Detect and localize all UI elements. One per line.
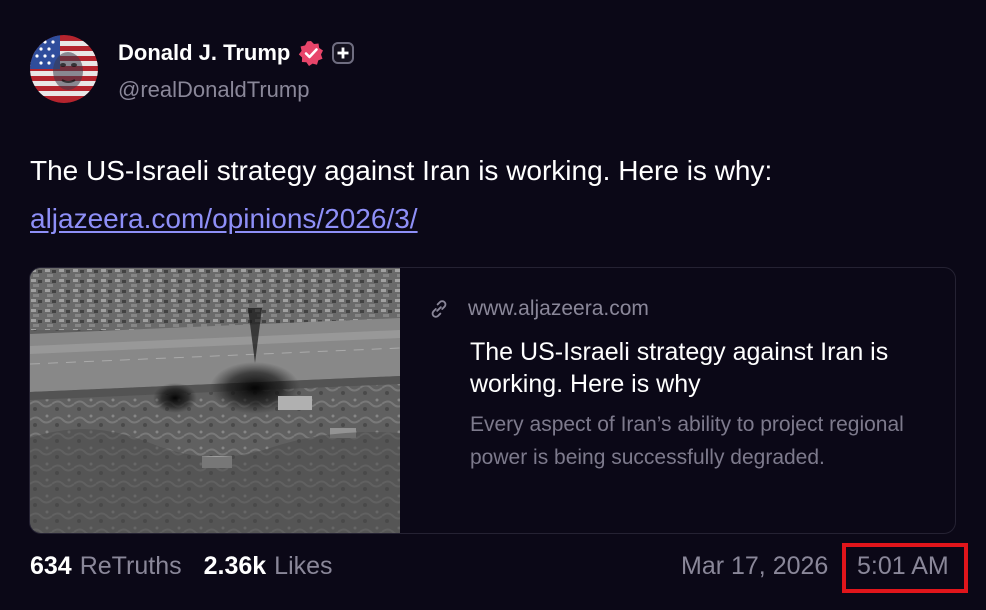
plus-icon [332, 42, 355, 64]
likes-stat[interactable]: 2.36k Likes [204, 552, 333, 581]
likes-label: Likes [274, 552, 333, 580]
author-handle[interactable]: @realDonaldTrump [118, 77, 309, 103]
display-name-text: Donald J. Trump [118, 40, 291, 65]
retruths-label: ReTruths [79, 552, 182, 580]
post-text: The US-Israeli strategy against Iran is … [30, 155, 773, 186]
link-preview-image [30, 268, 401, 533]
post-stats: 634 ReTruths 2.36k Likes [30, 552, 333, 581]
author-name[interactable]: Donald J. Trump [118, 40, 355, 66]
link-description: Every aspect of Iran’s ability to projec… [470, 413, 904, 469]
post-link[interactable]: aljazeera.com/opinions/2026/3/ [30, 199, 418, 239]
truth-post: Donald J. Trump @realDonaldTrump The US-… [0, 0, 986, 610]
post-date[interactable]: Mar 17, 2026 [681, 552, 828, 581]
link-preview-card[interactable]: www.aljazeera.com The US-Israeli strateg… [29, 267, 956, 534]
link-icon [428, 298, 450, 320]
link-domain: www.aljazeera.com [468, 297, 649, 320]
retruths-stat[interactable]: 634 ReTruths [30, 552, 182, 581]
likes-count: 2.36k [203, 552, 267, 580]
verified-badge-icon [298, 40, 324, 66]
retruths-count: 634 [30, 552, 72, 580]
link-domain-row: www.aljazeera.com [428, 297, 649, 321]
post-time[interactable]: 5:01 AM [857, 552, 949, 581]
link-title: The US-Israeli strategy against Iran is … [470, 338, 889, 398]
avatar[interactable] [30, 35, 98, 103]
